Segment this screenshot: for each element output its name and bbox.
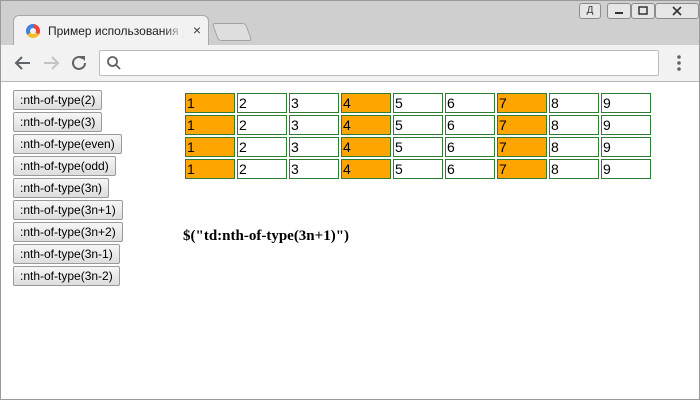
table-cell: 3	[289, 159, 339, 179]
table-row: 123456789	[185, 115, 651, 135]
table-cell: 9	[601, 115, 651, 135]
table-cell: 1	[185, 115, 235, 135]
more-vertical-icon	[677, 55, 681, 71]
table-cell: 6	[445, 115, 495, 135]
page-content: :nth-of-type(2):nth-of-type(3):nth-of-ty…	[1, 82, 699, 399]
table-cell: 2	[237, 159, 287, 179]
table-cell: 7	[497, 159, 547, 179]
table-cell: 1	[185, 159, 235, 179]
table-cell: 8	[549, 159, 599, 179]
table-cell: 5	[393, 93, 443, 113]
table-cell: 4	[341, 159, 391, 179]
selector-button[interactable]: :nth-of-type(3n-2)	[13, 266, 120, 286]
selector-button[interactable]: :nth-of-type(2)	[13, 90, 103, 110]
table-cell: 3	[289, 93, 339, 113]
close-icon	[672, 6, 682, 16]
table-cell: 6	[445, 137, 495, 157]
demo-table: 123456789123456789123456789123456789	[183, 91, 653, 181]
table-cell: 7	[497, 115, 547, 135]
selector-button[interactable]: :nth-of-type(3n+2)	[13, 222, 123, 242]
table-cell: 8	[549, 137, 599, 157]
tab-close-icon[interactable]: ×	[190, 22, 204, 38]
browser-menu-button[interactable]	[669, 51, 689, 75]
maximize-icon	[638, 6, 648, 15]
maximize-button[interactable]	[631, 3, 655, 19]
table-row: 123456789	[185, 159, 651, 179]
table-cell: 6	[445, 93, 495, 113]
tab-title: Пример использования jQuery	[48, 24, 184, 38]
table-cell: 8	[549, 115, 599, 135]
arrow-right-icon	[44, 56, 60, 70]
browser-window: Пример использования jQuery × Д	[0, 0, 700, 400]
table-row: 123456789	[185, 137, 651, 157]
profile-button[interactable]: Д	[579, 3, 601, 19]
table-cell: 7	[497, 137, 547, 157]
table-cell: 7	[497, 93, 547, 113]
selector-button[interactable]: :nth-of-type(3)	[13, 112, 103, 132]
table-cell: 5	[393, 137, 443, 157]
selector-button[interactable]: :nth-of-type(even)	[13, 134, 122, 154]
table-cell: 3	[289, 115, 339, 135]
table-cell: 4	[341, 137, 391, 157]
minimize-icon	[615, 12, 623, 14]
table-cell: 2	[237, 93, 287, 113]
close-window-button[interactable]	[655, 3, 699, 19]
table-cell: 6	[445, 159, 495, 179]
table-cell: 3	[289, 137, 339, 157]
arrow-left-icon	[14, 56, 30, 70]
table-cell: 9	[601, 137, 651, 157]
selector-button[interactable]: :nth-of-type(3n-1)	[13, 244, 120, 264]
forward-button[interactable]	[39, 51, 63, 75]
table-cell: 1	[185, 93, 235, 113]
selector-button[interactable]: :nth-of-type(3n)	[13, 178, 110, 198]
table-cell: 8	[549, 93, 599, 113]
selector-button[interactable]: :nth-of-type(odd)	[13, 156, 116, 176]
address-bar[interactable]	[99, 50, 659, 76]
table-cell: 5	[393, 159, 443, 179]
address-input[interactable]	[126, 54, 650, 74]
table-cell: 2	[237, 115, 287, 135]
table-cell: 4	[341, 115, 391, 135]
current-selector-text: $("td:nth-of-type(3n+1)")	[183, 228, 350, 244]
selector-button-list: :nth-of-type(2):nth-of-type(3):nth-of-ty…	[13, 90, 143, 288]
table-cell: 2	[237, 137, 287, 157]
tab-active[interactable]: Пример использования jQuery ×	[13, 15, 209, 45]
selector-button[interactable]: :nth-of-type(3n+1)	[13, 200, 123, 220]
chrome-favicon-icon	[26, 24, 40, 38]
table-cell: 4	[341, 93, 391, 113]
tab-strip: Пример использования jQuery × Д	[1, 1, 699, 45]
table-cell: 9	[601, 159, 651, 179]
table-cell: 5	[393, 115, 443, 135]
table-cell: 1	[185, 137, 235, 157]
minimize-button[interactable]	[607, 3, 631, 19]
table-row: 123456789	[185, 93, 651, 113]
browser-toolbar	[1, 45, 699, 82]
new-tab-button[interactable]	[211, 23, 253, 41]
reload-button[interactable]	[67, 51, 91, 75]
reload-icon	[72, 55, 86, 70]
back-button[interactable]	[11, 51, 35, 75]
search-icon	[107, 56, 121, 70]
table-cell: 9	[601, 93, 651, 113]
